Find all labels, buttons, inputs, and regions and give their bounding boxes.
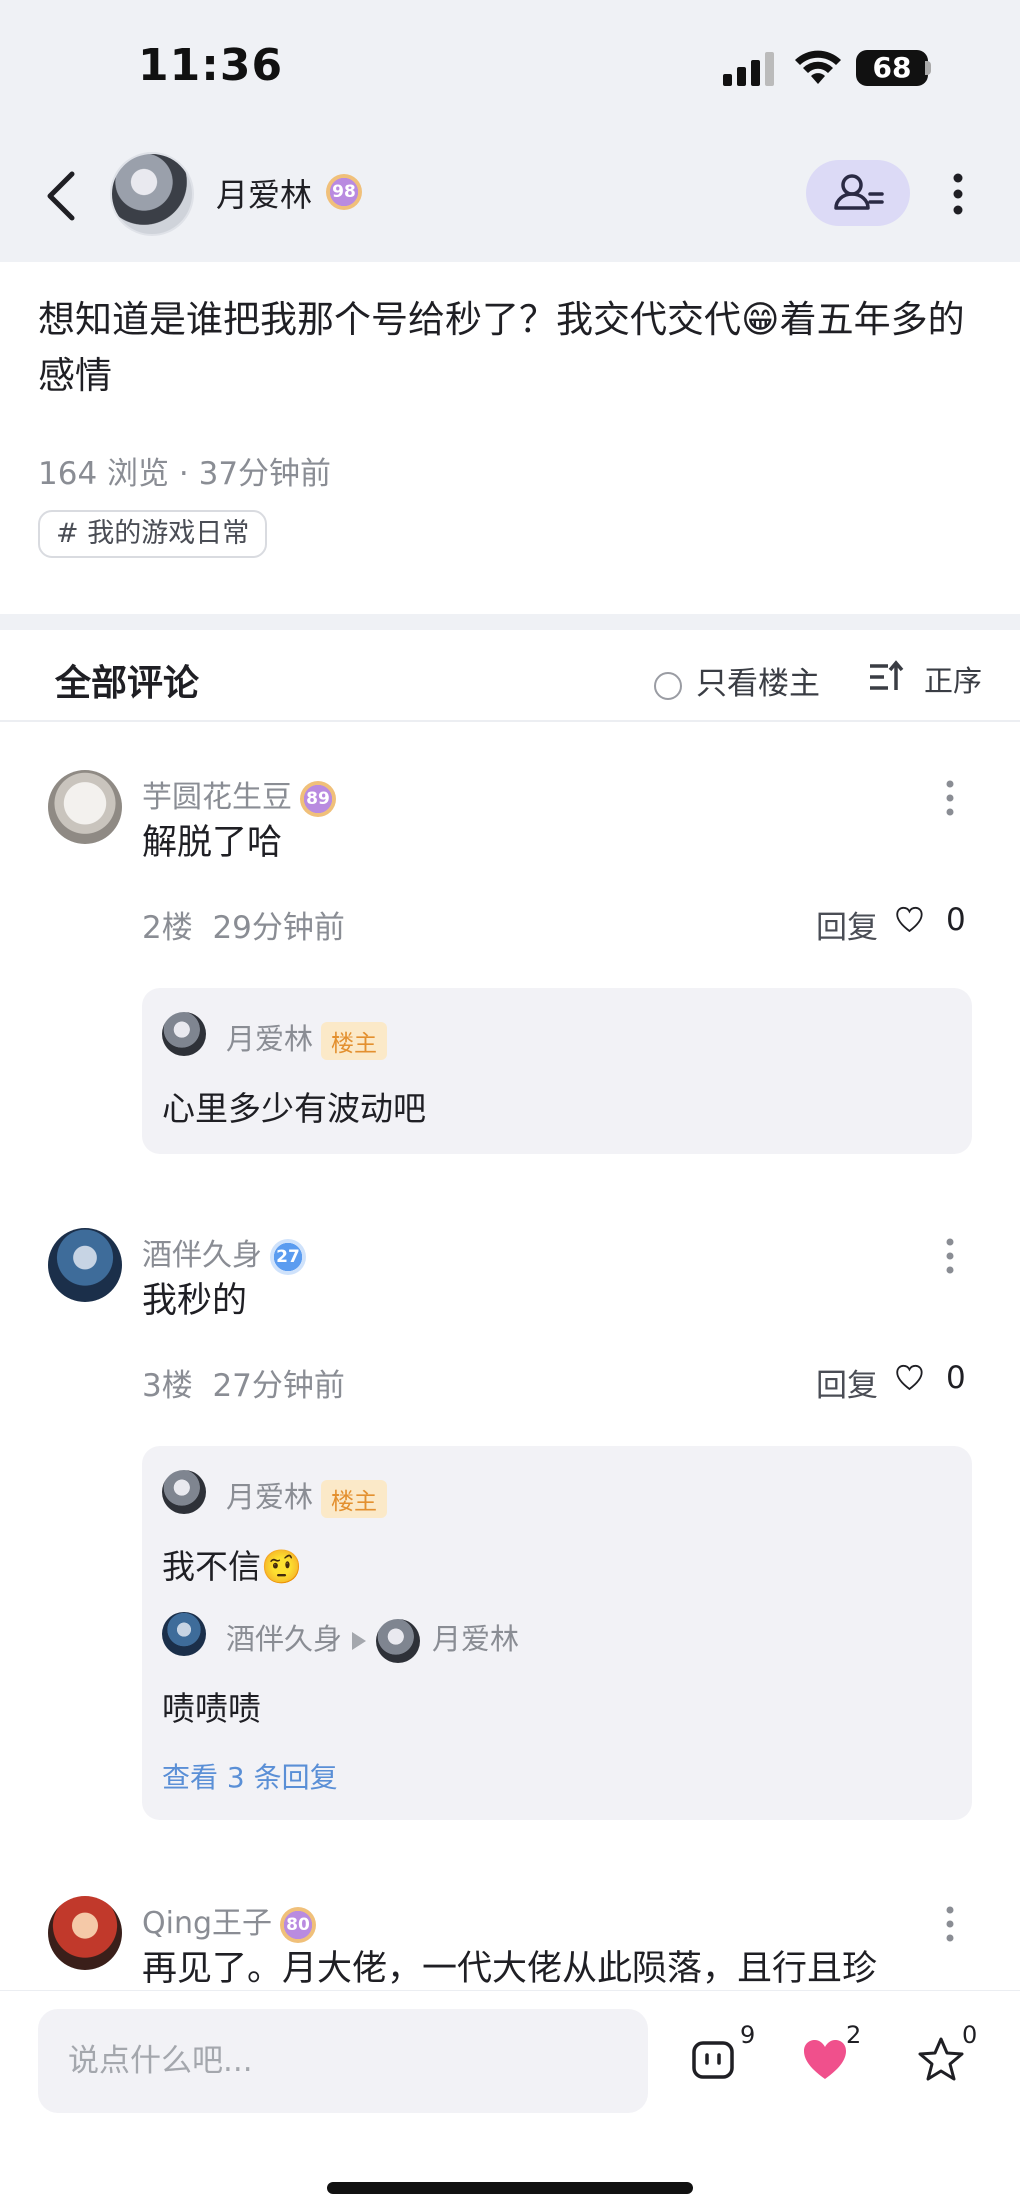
comment-count: 9 [740,2021,756,2049]
bottom-action-bar: 9 2 0 [0,1990,1020,2211]
more-options-icon[interactable] [944,170,972,218]
header-area: 11:36 68 月爱林 98 [0,0,1020,262]
meta-separator: · [178,456,199,492]
like-heart-icon[interactable] [896,898,940,942]
reply-avatar[interactable] [162,1470,206,1514]
favorite-count: 0 [962,2021,978,2049]
owner-tag: 楼主 [321,1480,388,1518]
author-name[interactable]: 月爱林 [216,170,312,216]
comment-more-icon[interactable] [940,1236,960,1276]
reply-author[interactable]: 月爱林 楼主 [226,1474,388,1518]
commenter-name-text: Qing王子 [142,1906,273,1941]
commenter-avatar[interactable] [48,1228,122,1302]
reply-author-name: 月爱林 [226,1480,314,1514]
heart-liked-icon[interactable] [800,2035,850,2085]
level-badge: 80 [280,1906,317,1943]
post-time: 37分钟前 [198,456,332,492]
comment-floor: 2楼 [142,910,193,946]
sort-button[interactable]: 正序 [870,658,983,700]
comment-time: 29分钟前 [212,910,345,946]
post-content: 想知道是谁把我那个号给秒了？我交代交代😁着五年多的感情 [38,298,965,397]
section-divider [0,614,1020,630]
only-owner-toggle[interactable]: 只看楼主 [654,658,820,703]
only-owner-label: 只看楼主 [696,666,820,702]
commenter-name-text: 芋圆花生豆 [142,780,292,815]
commenter-avatar[interactable] [48,770,122,844]
comment-input[interactable] [38,2009,648,2113]
level-badge: 89 [300,780,336,817]
author-avatar[interactable] [110,152,194,236]
comments-panel: 全部评论 只看楼主 正序 芋圆花生豆89 解脱了哈 2楼 29分钟前 回复 0 [0,630,1020,1990]
commenter-avatar[interactable] [48,1896,122,1970]
commenter-name[interactable]: 芋圆花生豆 89 [142,772,336,817]
status-time: 11:36 [138,40,284,91]
like-count: 0 [946,1360,966,1396]
follow-button[interactable] [806,160,910,226]
owner-tag: 楼主 [321,1022,388,1060]
comment-text: 我秒的 [142,1281,248,1321]
comments-title: 全部评论 [55,663,200,704]
comment-item: Qing王子 80 再见了。月大佬，一代大佬从此陨落，且行且珍 [0,1896,1020,1990]
reply-target-name[interactable]: 月爱林 [432,1622,519,1656]
top-nav: 月爱林 98 [0,140,1020,262]
commenter-name-text: 酒伴久身 [142,1238,262,1273]
level-badge: 27 [270,1238,306,1275]
home-indicator [327,2182,693,2194]
reply-avatar[interactable] [162,1012,206,1056]
reply-to-arrow-icon [352,1632,367,1650]
sort-label: 正序 [924,664,983,698]
reply-button[interactable]: 回复 [816,902,878,947]
like-total-count: 2 [846,2021,862,2049]
reply-author[interactable]: 月爱林 楼主 [226,1016,388,1060]
comment-floor: 3楼 [142,1368,193,1404]
user-follow-icon [834,174,884,210]
comment-text: 再见了。月大佬，一代大佬从此陨落，且行且珍 [142,1949,878,1989]
author-level-badge: 98 [326,174,362,210]
reply-text: 心里多少有波动吧 [162,1089,426,1128]
reply-avatar[interactable] [162,1612,206,1656]
reply-box: 月爱林 楼主 心里多少有波动吧 [142,988,972,1154]
comment-meta: 2楼 29分钟前 [142,902,345,947]
post-views: 164 浏览 [38,456,170,492]
comment-time: 27分钟前 [212,1368,345,1404]
battery-indicator: 68 [856,50,928,86]
radio-icon [654,671,682,700]
wifi-icon [795,50,841,84]
comment-meta: 3楼 27分钟前 [142,1360,345,1405]
comment-input-box[interactable] [38,2009,648,2113]
reply-target-avatar[interactable] [376,1619,421,1663]
topic-tag[interactable]: # 我的游戏日常 [38,510,268,558]
reply-box: 月爱林 楼主 我不信🤨 酒伴久身 月爱林 啧啧啧 查看 3 条回复 [142,1446,972,1820]
reply-text: 啧啧啧 [162,1689,261,1728]
view-more-replies-link[interactable]: 查看 3 条回复 [162,1756,338,1796]
cellular-signal-icon [723,52,774,86]
comment-icon[interactable] [688,2035,738,2085]
comments-header: 全部评论 只看楼主 正序 [0,630,1020,722]
comment-item: 酒伴久身 27 我秒的 3楼 27分钟前 回复 0 月爱林 楼主 我不信🤨 酒伴久身… [0,1228,1020,1888]
post-meta: 164 浏览 · 37分钟前 [38,448,331,493]
star-favorite-icon[interactable] [916,2035,966,2085]
status-bar: 11:36 68 [0,0,1020,140]
commenter-name[interactable]: 酒伴久身 27 [142,1230,306,1275]
reply-button[interactable]: 回复 [816,1360,878,1405]
sort-icon [870,660,904,690]
post-card: 想知道是谁把我那个号给秒了？我交代交代😁着五年多的感情 164 浏览 · 37分… [0,262,1020,614]
back-arrow-icon[interactable] [40,168,84,224]
like-count: 0 [946,902,966,938]
like-heart-icon[interactable] [896,1356,940,1400]
reply-author-name: 月爱林 [226,1022,314,1056]
commenter-name[interactable]: Qing王子 80 [142,1898,317,1943]
reply-author[interactable]: 酒伴久身 月爱林 [226,1616,519,1663]
reply-author-name: 酒伴久身 [226,1622,343,1656]
comment-text: 解脱了哈 [142,823,283,863]
comment-more-icon[interactable] [940,1904,960,1944]
comment-item: 芋圆花生豆 89 解脱了哈 2楼 29分钟前 回复 0 月爱林 楼主 心里多少有波动… [0,770,1020,1230]
reply-text: 我不信🤨 [162,1547,303,1586]
battery-tip [925,61,931,75]
comment-more-icon[interactable] [940,778,960,818]
